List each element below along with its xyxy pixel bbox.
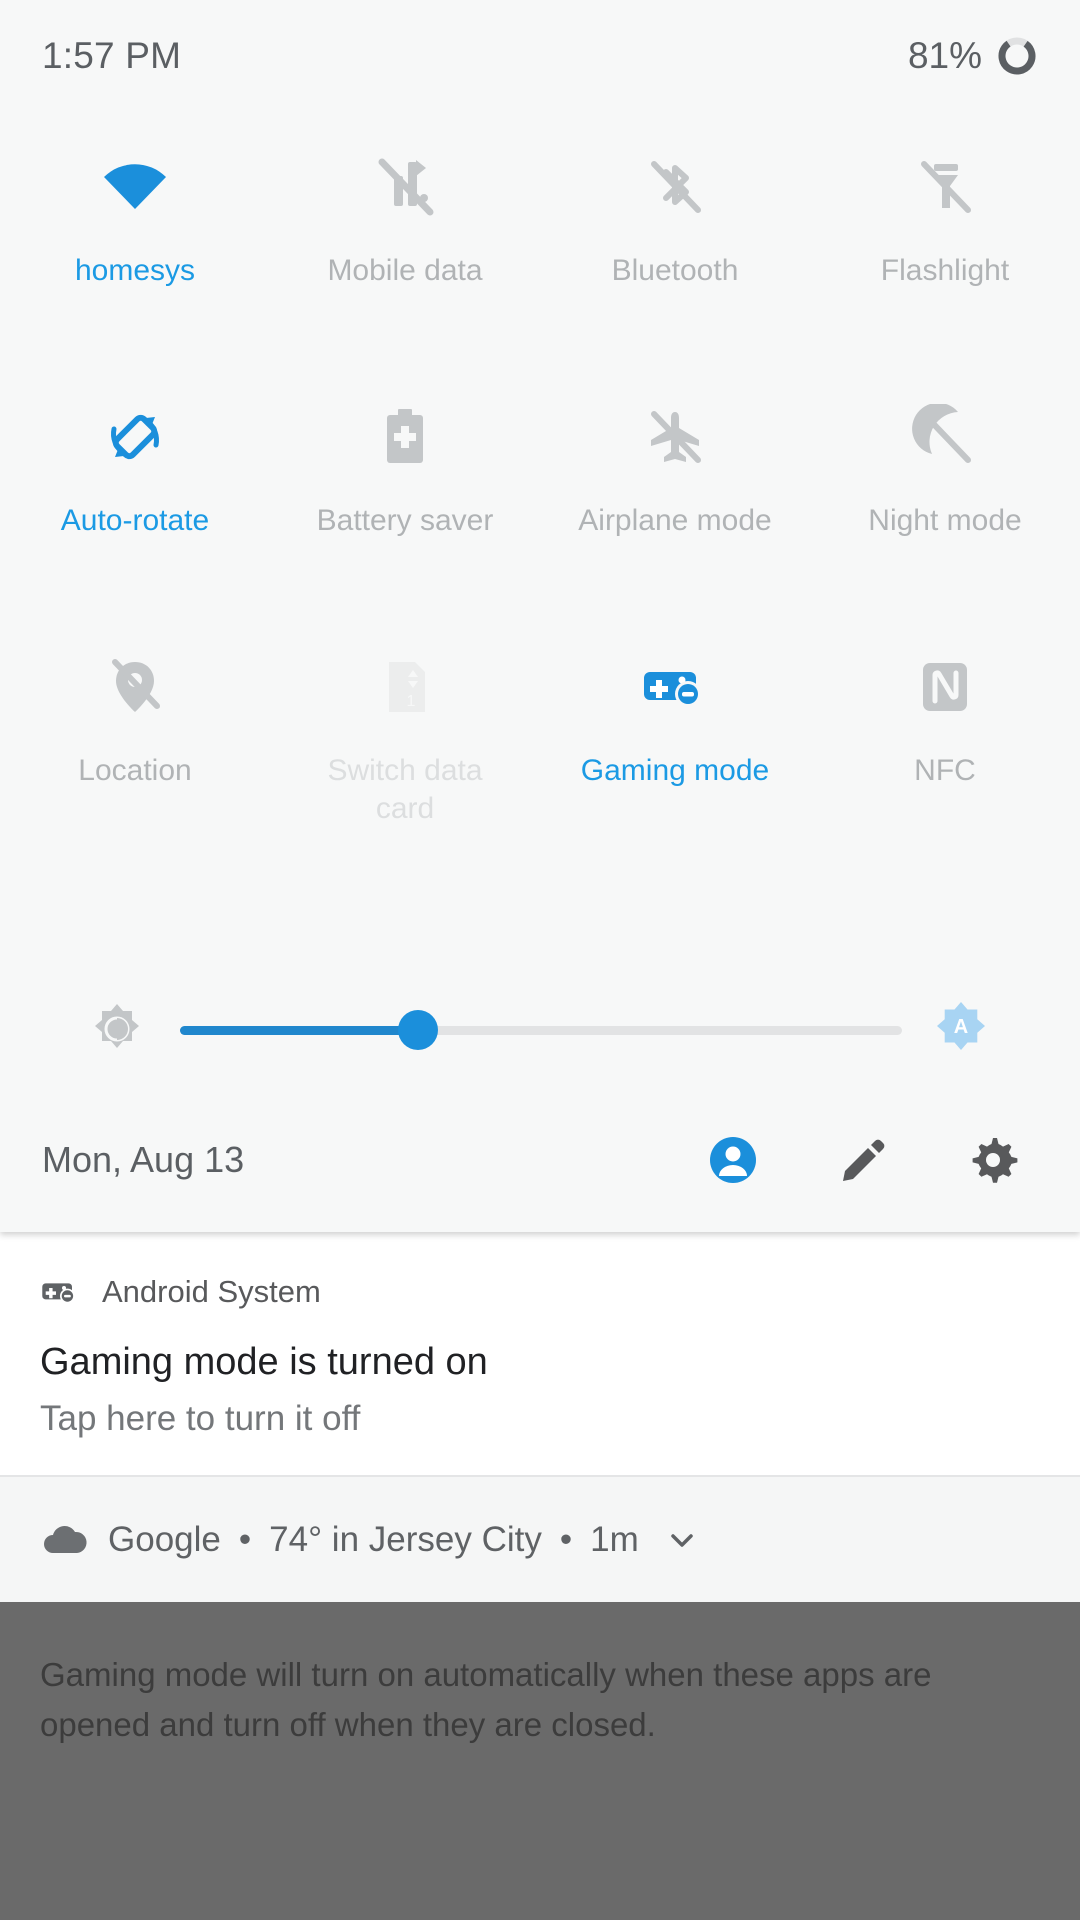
- gaming-mode-icon: [638, 650, 712, 724]
- quick-settings-tile-grid: homesys Mobile data Bluetooth Flashlight…: [0, 128, 1080, 878]
- cloud-icon: [40, 1521, 88, 1559]
- chevron-down-icon[interactable]: [665, 1523, 699, 1557]
- brightness-slider[interactable]: [180, 1003, 902, 1057]
- tile-label-switch-data-card: Switch data card: [327, 754, 483, 825]
- notification-title: Gaming mode is turned on: [40, 1341, 488, 1383]
- user-account-icon[interactable]: [706, 1133, 760, 1187]
- weather-temperature: 74° in Jersey City: [269, 1519, 542, 1559]
- brightness-row: A: [0, 975, 1080, 1085]
- tile-flashlight[interactable]: Flashlight: [810, 128, 1080, 378]
- brightness-slider-thumb[interactable]: [398, 1010, 439, 1050]
- tile-label-nfc: NFC: [914, 754, 976, 787]
- notification-google-weather[interactable]: Google • 74° in Jersey City • 1m: [0, 1477, 1080, 1602]
- tile-location[interactable]: Location: [0, 628, 270, 878]
- airplane-off-icon: [638, 400, 712, 474]
- battery-ring-icon: [996, 35, 1038, 77]
- tile-gaming-mode[interactable]: Gaming mode: [540, 628, 810, 878]
- battery-saver-icon: [368, 400, 442, 474]
- tile-label-mobile-data: Mobile data: [327, 254, 483, 287]
- weather-summary: Google • 74° in Jersey City • 1m: [108, 1520, 699, 1560]
- quick-settings-footer: Mon, Aug 13: [0, 1108, 1080, 1212]
- brightness-slider-fill: [180, 1025, 419, 1035]
- nfc-icon: [908, 650, 982, 724]
- tile-bluetooth[interactable]: Bluetooth: [540, 128, 810, 378]
- settings-gear-icon[interactable]: [966, 1133, 1020, 1187]
- night-mode-off-icon: [908, 400, 982, 474]
- dimmed-background-overlay: Gaming mode will turn on automatically w…: [0, 1602, 1080, 1920]
- notification-app-name: Android System: [102, 1274, 321, 1309]
- notification-header: Android System: [40, 1274, 1040, 1310]
- bluetooth-off-icon: [638, 150, 712, 224]
- separator-dot: •: [238, 1519, 252, 1559]
- brightness-icon: [88, 1001, 146, 1059]
- sim-card-icon: 1: [368, 650, 442, 724]
- footer-date: Mon, Aug 13: [42, 1139, 245, 1180]
- svg-text:A: A: [954, 1016, 968, 1038]
- tile-label-wifi: homesys: [74, 254, 196, 287]
- wifi-icon: [98, 150, 172, 224]
- tile-wifi[interactable]: homesys: [0, 128, 270, 378]
- weather-age: 1m: [590, 1519, 639, 1559]
- notification-body: Tap here to turn it off: [40, 1399, 361, 1438]
- tile-label-airplane-mode: Airplane mode: [578, 504, 772, 537]
- mobile-data-off-icon: [368, 150, 442, 224]
- tile-battery-saver[interactable]: Battery saver: [270, 378, 540, 628]
- auto-brightness-icon[interactable]: A: [930, 999, 992, 1061]
- tile-label-night-mode: Night mode: [868, 504, 1022, 537]
- tile-night-mode[interactable]: Night mode: [810, 378, 1080, 628]
- tile-label-flashlight: Flashlight: [880, 254, 1010, 287]
- quick-settings-panel: 1:57 PM 81% homesys Mobile data Bluetoot…: [0, 0, 1080, 1232]
- tile-auto-rotate[interactable]: Auto-rotate: [0, 378, 270, 628]
- tile-label-battery-saver: Battery saver: [316, 504, 494, 537]
- weather-app-name: Google: [108, 1519, 221, 1559]
- gaming-mode-icon: [40, 1276, 80, 1308]
- status-bar: 1:57 PM 81%: [0, 0, 1080, 112]
- footer-icon-group: [706, 1133, 1038, 1187]
- status-bar-right: 81%: [908, 35, 1038, 77]
- notification-android-system[interactable]: Android System Gaming mode is turned on …: [0, 1232, 1080, 1475]
- tile-label-location: Location: [78, 754, 192, 787]
- status-time: 1:57 PM: [42, 35, 182, 76]
- location-off-icon: [98, 650, 172, 724]
- edit-pencil-icon[interactable]: [836, 1133, 890, 1187]
- tile-label-bluetooth: Bluetooth: [611, 254, 739, 287]
- auto-rotate-icon: [98, 400, 172, 474]
- tile-mobile-data[interactable]: Mobile data: [270, 128, 540, 378]
- flashlight-off-icon: [908, 150, 982, 224]
- battery-percent: 81%: [907, 35, 982, 76]
- tile-label-auto-rotate: Auto-rotate: [60, 504, 210, 537]
- tile-label-gaming-mode: Gaming mode: [580, 754, 770, 787]
- svg-text:1: 1: [407, 693, 416, 710]
- separator-dot: •: [559, 1519, 573, 1559]
- gaming-mode-description: Gaming mode will turn on automatically w…: [40, 1656, 932, 1743]
- tile-airplane-mode[interactable]: Airplane mode: [540, 378, 810, 628]
- screen: 1:57 PM 81% homesys Mobile data Bluetoot…: [0, 0, 1080, 1920]
- tile-switch-data-card[interactable]: 1 Switch data card: [270, 628, 540, 878]
- tile-nfc[interactable]: NFC: [810, 628, 1080, 878]
